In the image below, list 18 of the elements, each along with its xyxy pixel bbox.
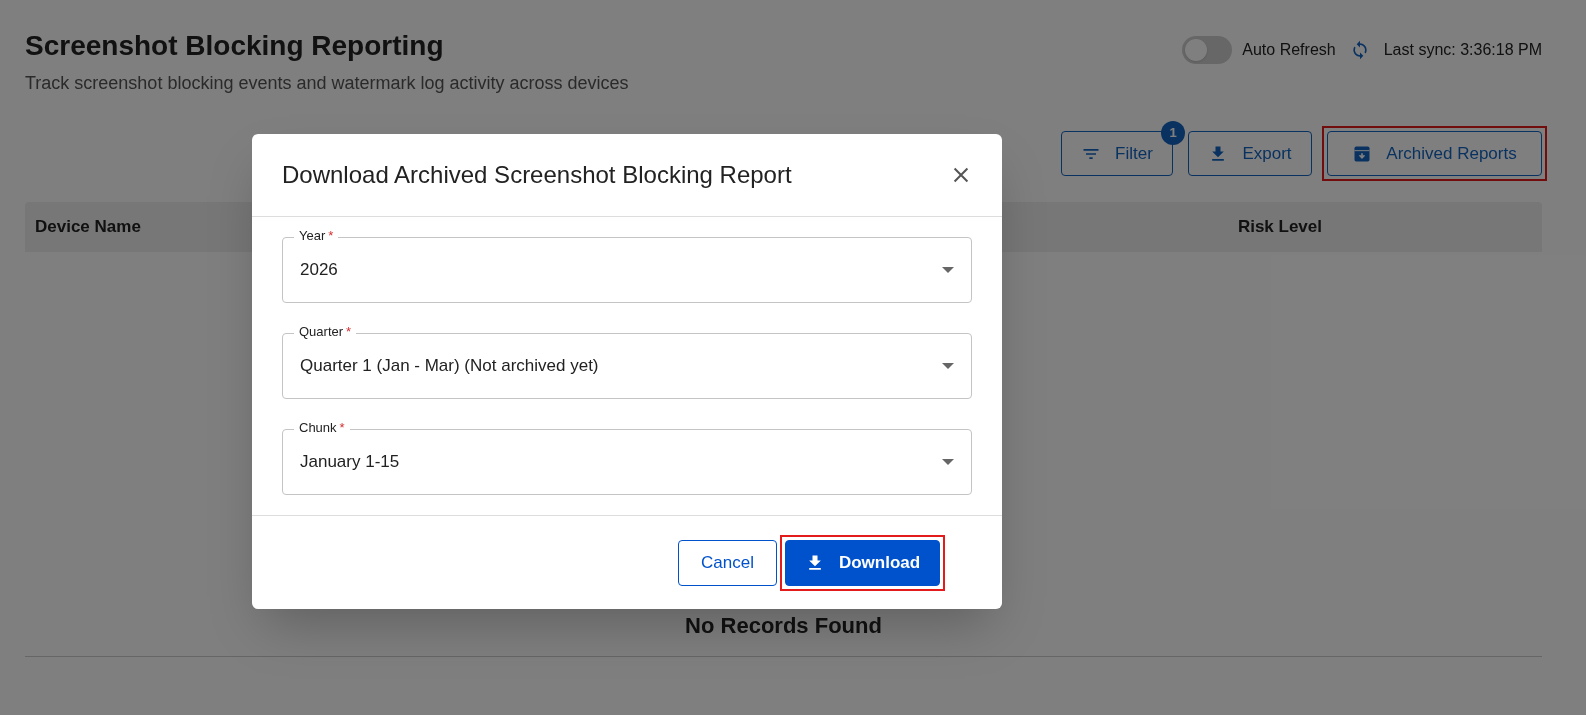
field-value: Quarter 1 (Jan - Mar) (Not archived yet) [300,355,599,378]
field-value: 2026 [300,259,338,282]
auto-refresh-label: Auto Refresh [1242,40,1336,60]
last-sync-time: Last sync: 3:36:18 PM [1383,40,1542,60]
column-header: Device Name [35,216,141,239]
download-button[interactable]: Download [785,539,940,586]
page-subtitle: Track screenshot blocking events and watermark log activity across devices [25,72,629,95]
dialog-title: Download Archived Screenshot Blocking Report [282,160,792,190]
field-value: January 1-15 [300,451,400,474]
dropdown-caret-icon [941,266,955,274]
page-title: Screenshot Blocking Reporting [25,30,445,62]
cancel-button[interactable]: Cancel [678,539,777,586]
dropdown-caret-icon [941,458,955,466]
column-header: Risk Level [1237,216,1322,239]
empty-message: No Records Found [685,612,882,640]
auto-refresh-toggle[interactable] [1182,36,1233,64]
count-badge: 1 [1161,121,1185,145]
dropdown-caret-icon [941,362,955,370]
